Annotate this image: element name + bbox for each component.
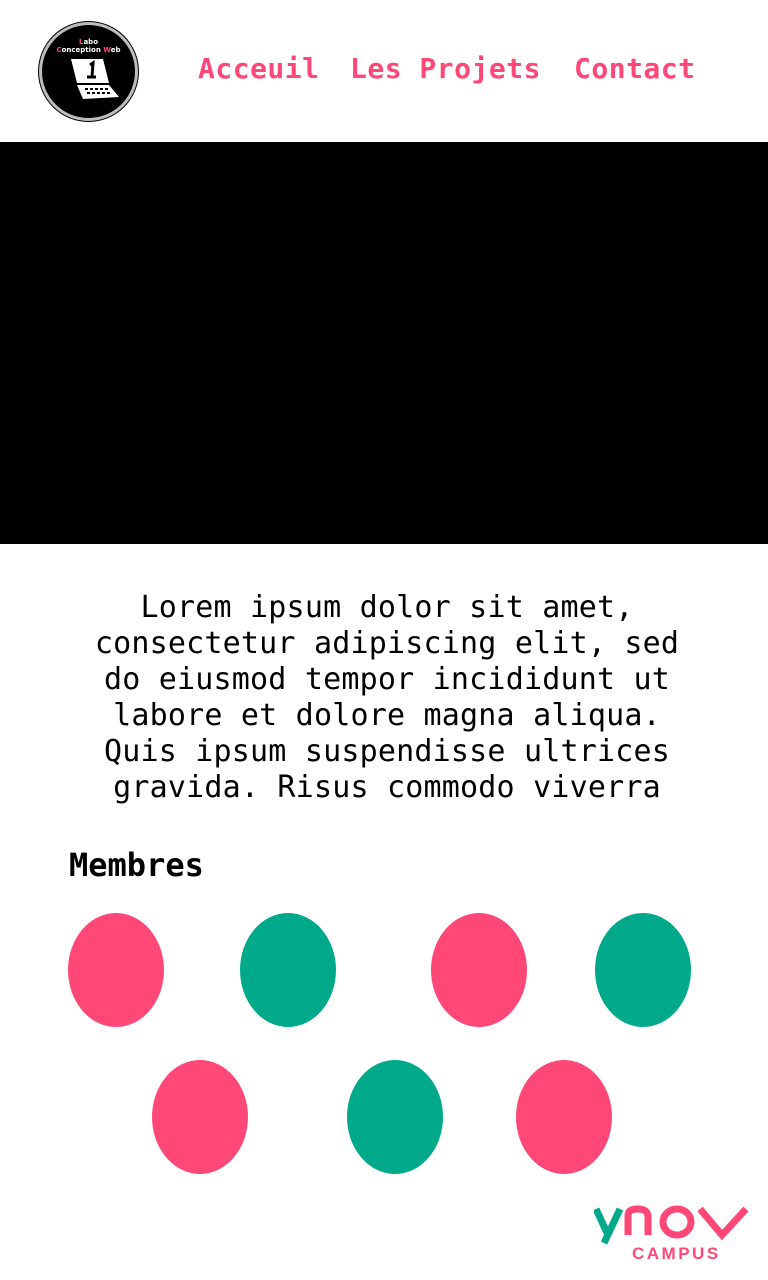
members-title: Membres bbox=[69, 846, 204, 884]
member-avatar-2[interactable] bbox=[240, 913, 336, 1027]
logo-line2: Conception Web bbox=[56, 46, 121, 54]
member-avatar-3[interactable] bbox=[431, 913, 527, 1027]
ynov-campus-logo[interactable]: CAMPUS bbox=[594, 1205, 758, 1269]
member-avatar-7[interactable] bbox=[516, 1060, 612, 1174]
nav-link-accueil[interactable]: Acceuil bbox=[198, 52, 320, 85]
labo-logo[interactable]: Labo Conception Web bbox=[39, 22, 138, 121]
member-avatar-6[interactable] bbox=[347, 1060, 443, 1174]
hero-banner bbox=[0, 142, 768, 544]
member-avatar-4[interactable] bbox=[595, 913, 691, 1027]
site-header: Labo Conception Web Acceuil Les Projets … bbox=[0, 0, 768, 142]
intro-text: Lorem ipsum dolor sit amet, consectetur … bbox=[94, 590, 680, 805]
nav-link-contact[interactable]: Contact bbox=[574, 52, 696, 85]
campus-label: CAMPUS bbox=[632, 1244, 721, 1263]
nav-link-projets[interactable]: Les Projets bbox=[350, 52, 541, 85]
laptop-icon bbox=[71, 59, 119, 99]
ynov-wordmark bbox=[594, 1205, 749, 1245]
member-avatar-5[interactable] bbox=[152, 1060, 248, 1174]
member-avatar-1[interactable] bbox=[68, 913, 164, 1027]
logo-line1: Labo bbox=[78, 38, 98, 46]
